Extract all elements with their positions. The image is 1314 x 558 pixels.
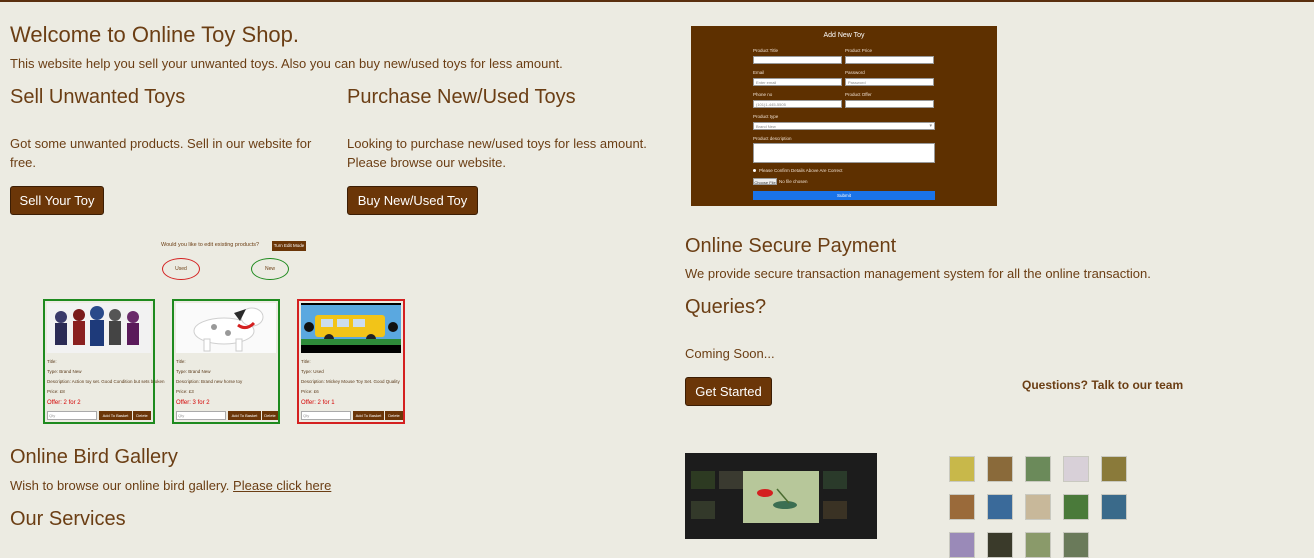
bird-thumbnail[interactable] <box>1101 494 1127 520</box>
bird-thumbnail[interactable] <box>1063 532 1089 558</box>
delete-button[interactable]: Delete <box>262 411 278 420</box>
page-title: Welcome to Online Toy Shop. <box>10 22 300 47</box>
bird-thumbnail[interactable] <box>987 456 1013 482</box>
card-title: Title: <box>176 359 186 364</box>
product-offer-input[interactable] <box>845 100 934 108</box>
bird-thumbnail[interactable] <box>949 532 975 558</box>
edit-mode-button[interactable]: Turn Edit Mode <box>272 241 306 251</box>
payment-heading: Online Secure Payment <box>685 235 897 257</box>
product-card: Title: Type: Brand New Description: Acti… <box>43 299 165 424</box>
email-input[interactable]: Enter email <box>753 78 842 86</box>
product-offer-label: Product Offer <box>845 92 872 97</box>
bird-gallery-text: Wish to browse our online bird gallery. … <box>10 476 331 495</box>
submit-button[interactable]: Submit <box>753 191 935 200</box>
phone-input[interactable]: (101)1-445-5505 <box>753 100 842 108</box>
confirm-checkbox[interactable] <box>753 169 756 172</box>
bird-thumbnail[interactable] <box>1063 456 1089 482</box>
sell-text: Got some unwanted products. Sell in our … <box>10 136 312 170</box>
product-title-label: Product Title <box>753 48 779 53</box>
qty-input[interactable]: Qty <box>176 411 226 420</box>
add-toy-form-title: Add New Toy <box>823 32 865 39</box>
card-title: Title: <box>47 359 57 364</box>
product-type-label: Product type <box>753 114 779 119</box>
product-card: Title: Type: Used Description: Mickey Mo… <box>297 299 405 424</box>
password-label: Password <box>845 70 865 75</box>
bird-thumbnail[interactable] <box>987 494 1013 520</box>
product-image <box>301 303 401 353</box>
card-title: Title: <box>301 359 311 364</box>
card-offer: Offer: 3 for 2 <box>176 400 210 406</box>
product-price-input[interactable] <box>845 56 934 64</box>
superhero-toys-illustration <box>47 303 151 353</box>
product-card: Title: Type: Brand New Description: Bran… <box>172 299 280 424</box>
qty-input[interactable]: Qty <box>47 411 97 420</box>
card-price: Price: £3 <box>176 389 194 394</box>
services-heading: Our Services <box>10 508 126 530</box>
card-description: Description: Action toy set. Good Condit… <box>47 379 165 384</box>
card-type: Type: Used <box>301 369 324 374</box>
hummingbird-illustration <box>685 453 877 539</box>
bird-thumbnail[interactable] <box>1025 532 1051 558</box>
bird-thumbnail[interactable] <box>1025 494 1051 520</box>
file-status: No file chosen <box>779 179 808 184</box>
sell-heading: Sell Unwanted Toys <box>10 86 186 108</box>
add-toy-form: Add New Toy Product Title Product Price … <box>691 26 997 206</box>
description-textarea[interactable] <box>753 143 935 163</box>
card-type: Type: Brand New <box>47 369 82 374</box>
purchase-heading: Purchase New/Used Toys <box>347 86 576 108</box>
get-started-button[interactable]: Get Started <box>685 377 772 406</box>
product-title-input[interactable] <box>753 56 842 64</box>
bird-thumbnail[interactable] <box>987 532 1013 558</box>
delete-button[interactable]: Delete <box>385 411 403 420</box>
delete-button[interactable]: Delete <box>133 411 151 420</box>
choose-file-button[interactable]: Choose File <box>753 178 777 185</box>
card-description: Description: Brand new horse toy <box>176 379 243 384</box>
bird-gallery-preview[interactable] <box>685 453 877 539</box>
card-price: Price: £8 <box>47 389 65 394</box>
queries-text: Coming Soon... <box>685 346 775 361</box>
card-offer: Offer: 2 for 1 <box>301 400 335 406</box>
bird-thumbnail[interactable] <box>949 494 975 520</box>
used-filter-button[interactable]: Used <box>162 258 200 280</box>
add-to-basket-button[interactable]: Add To Basket <box>228 411 261 420</box>
bird-thumbnail[interactable] <box>1101 456 1127 482</box>
sell-your-toy-button[interactable]: Sell Your Toy <box>10 186 104 215</box>
edit-prompt-text: Would you like to edit existing products… <box>161 242 260 248</box>
horse-toy-illustration <box>176 303 276 353</box>
product-image <box>47 303 151 353</box>
add-to-basket-button[interactable]: Add To Basket <box>99 411 132 420</box>
product-type-select[interactable]: Brand New ▾ <box>753 122 935 130</box>
payment-text: We provide secure transaction management… <box>685 266 1151 281</box>
card-description: Description: Mickey Mouse Toy Set. Good … <box>301 379 400 384</box>
bird-thumbnail[interactable] <box>1025 456 1051 482</box>
talk-to-team-text: Questions? Talk to our team <box>1022 378 1184 392</box>
mickey-bus-illustration <box>301 303 401 353</box>
bird-thumbnail[interactable] <box>1063 494 1089 520</box>
bird-gallery-text-body: Wish to browse our online bird gallery. <box>10 478 230 493</box>
chevron-down-icon: ▾ <box>929 123 932 129</box>
qty-input[interactable]: Qty <box>301 411 351 420</box>
buy-toy-button[interactable]: Buy New/Used Toy <box>347 186 478 215</box>
add-to-basket-button[interactable]: Add To Basket <box>353 411 384 420</box>
queries-heading: Queries? <box>685 296 767 318</box>
bird-gallery-link[interactable]: Please click here <box>233 478 331 493</box>
intro-text: This website help you sell your unwanted… <box>10 56 563 71</box>
password-input[interactable]: Password <box>845 78 934 86</box>
bird-gallery-heading: Online Bird Gallery <box>10 446 178 468</box>
card-type: Type: Brand New <box>176 369 211 374</box>
description-label: Product description <box>753 136 792 141</box>
new-filter-button[interactable]: New <box>251 258 289 280</box>
product-price-label: Product Price <box>845 48 873 53</box>
confirm-label: Please Confirm Details Above Are Correct <box>759 168 843 173</box>
product-type-selected: Brand New <box>756 124 776 129</box>
phone-label: Phone no <box>753 92 773 97</box>
purchase-text: Looking to purchase new/used toys for le… <box>347 136 647 170</box>
email-label: Email <box>753 70 765 75</box>
product-image <box>176 303 276 353</box>
bird-thumbnail[interactable] <box>949 456 975 482</box>
card-offer: Offer: 2 for 2 <box>47 400 81 406</box>
card-price: Price: £6 <box>301 389 319 394</box>
